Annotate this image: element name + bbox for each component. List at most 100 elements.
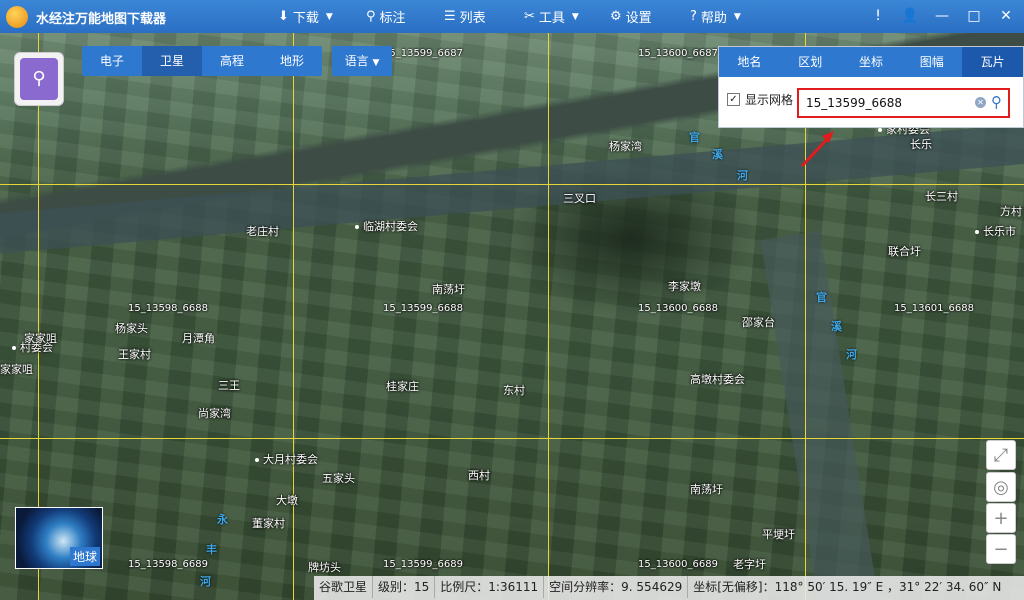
place-label: 月潭角	[182, 332, 215, 345]
place-label: 桂家庄	[386, 380, 419, 393]
globe-thumbnail[interactable]: 地球	[15, 507, 103, 569]
tile-search-box: ✕ ⚲	[797, 88, 1010, 118]
tab-electronic[interactable]: 电子	[82, 46, 142, 76]
place-label: 王家村	[118, 348, 151, 361]
place-label: 尚家湾	[198, 407, 231, 420]
tile-label: 15_13599_6688	[383, 303, 463, 314]
download-icon: ⬇	[278, 9, 289, 24]
status-source: 谷歌卫星	[319, 580, 368, 594]
river-label: 官	[816, 291, 827, 304]
river-label: 河	[846, 348, 857, 361]
app-logo-icon[interactable]: ⚲	[14, 52, 64, 106]
tile-label: 15_13600_6689	[638, 559, 718, 570]
title-bar: 水经注万能地图下载器 ⬇ 下载 ▼ ⚲ 标注 ☰ 列表 ✂ 工具 ▼ ⚙ 设置 …	[0, 0, 1024, 33]
place-label: 平埂圩	[762, 528, 795, 541]
menu-mark[interactable]: ⚲ 标注	[366, 7, 406, 26]
menu-help-label: 帮助	[700, 11, 727, 26]
status-level: 级别：15	[372, 576, 434, 598]
place-label: 家家咀	[24, 332, 57, 345]
gear-icon: ⚙	[610, 9, 622, 24]
place-label: 方村	[1000, 205, 1022, 218]
place-label: 南荡圩	[432, 283, 465, 296]
map-type-tabs: 电子 卫星 高程 地形	[82, 46, 322, 76]
locate-button[interactable]: ◎	[986, 472, 1016, 502]
tile-label: 15_13601_6688	[894, 303, 974, 314]
place-label: 联合圩	[888, 245, 921, 258]
language-label: 语言	[344, 54, 369, 68]
place-label: 邵家台	[742, 316, 775, 329]
menu-settings[interactable]: ⚙ 设置	[610, 7, 652, 26]
menu-download[interactable]: ⬇ 下载 ▼	[278, 7, 333, 26]
menu-mark-label: 标注	[379, 11, 406, 26]
place-label: 三王	[218, 379, 240, 392]
menu-settings-label: 设置	[625, 11, 652, 26]
place-label: 牌坊头	[308, 561, 341, 574]
river-label: 丰	[206, 543, 217, 556]
status-resolution: 空间分辨率：9. 554629	[543, 576, 687, 598]
channel-area	[760, 230, 880, 600]
place-label: 西村	[468, 469, 490, 482]
tab-coordinate[interactable]: 坐标	[841, 47, 902, 77]
place-label: 杨家湾	[609, 140, 642, 153]
user-icon[interactable]: 👤	[900, 6, 920, 26]
close-button[interactable]: ✕	[996, 6, 1016, 26]
annotation-arrow-icon	[800, 131, 834, 168]
river-label: 溪	[831, 320, 842, 333]
place-label: 李家墩	[668, 280, 701, 293]
list-icon: ☰	[444, 9, 456, 24]
place-label: 东村	[503, 384, 525, 397]
river-label: 河	[737, 169, 748, 182]
tile-label: 15_13599_6689	[383, 559, 463, 570]
language-dropdown[interactable]: 语言 ▼	[332, 46, 392, 76]
info-icon[interactable]: !	[868, 6, 888, 26]
chevron-down-icon: ▼	[571, 11, 579, 22]
tab-sheet[interactable]: 图幅	[901, 47, 962, 77]
menu-list-label: 列表	[459, 11, 486, 26]
app-title: 水经注万能地图下载器	[36, 12, 167, 27]
menu-download-label: 下载	[292, 11, 319, 26]
place-label: 临湖村委会	[355, 218, 418, 234]
place-label: 长乐	[910, 138, 932, 151]
river-label: 官	[689, 131, 700, 144]
show-grid-row: ✓ 显示网格	[727, 91, 793, 108]
clear-icon[interactable]: ✕	[975, 97, 986, 108]
place-label: 南荡圩	[690, 483, 723, 496]
place-label: 老庄村	[246, 225, 279, 238]
place-label: 高墩村委会	[690, 373, 745, 386]
place-label: 五家头	[322, 472, 355, 485]
place-label: 三叉口	[563, 192, 596, 205]
tab-tile[interactable]: 瓦片	[962, 47, 1023, 77]
tab-elevation[interactable]: 高程	[202, 46, 262, 76]
menu-tools[interactable]: ✂ 工具 ▼	[524, 7, 579, 26]
place-label: 长乐市	[975, 223, 1016, 239]
search-panel: 地名 区划 坐标 图幅 瓦片 ✓ 显示网格 ✕ ⚲	[718, 46, 1024, 128]
map-pin-icon: ⚲	[20, 58, 58, 100]
place-label: 大墩	[276, 494, 298, 507]
search-icon[interactable]: ⚲	[991, 93, 1009, 111]
grid-line	[293, 33, 294, 600]
minimize-button[interactable]: —	[932, 6, 952, 26]
chevron-down-icon: ▼	[372, 58, 380, 68]
place-label: 大月村委会	[255, 451, 318, 467]
grid-line	[0, 438, 1024, 439]
tile-label: 15_13598_6689	[128, 559, 208, 570]
menu-help[interactable]: ? 帮助 ▼	[690, 7, 741, 26]
zoom-out-button[interactable]: −	[986, 534, 1016, 564]
tile-label: 15_13598_6688	[128, 303, 208, 314]
maximize-button[interactable]: □	[964, 6, 984, 26]
tab-terrain[interactable]: 地形	[262, 46, 322, 76]
fullscreen-button[interactable]: ⤢	[986, 440, 1016, 470]
tools-icon: ✂	[524, 9, 535, 24]
tile-search-input[interactable]	[804, 95, 968, 111]
panel-tabs: 地名 区划 坐标 图幅 瓦片	[719, 47, 1023, 77]
tab-satellite[interactable]: 卫星	[142, 46, 202, 76]
tile-label: 15_13600_6687	[638, 48, 718, 59]
show-grid-checkbox[interactable]: ✓	[727, 93, 740, 106]
river-label: 河	[200, 575, 211, 588]
zoom-in-button[interactable]: +	[986, 503, 1016, 533]
status-coordinate: 坐标[无偏移]：118° 50′ 15. 19″ E ，31° 22′ 34. …	[687, 576, 1006, 598]
tab-placename[interactable]: 地名	[719, 47, 780, 77]
menu-list[interactable]: ☰ 列表	[444, 7, 486, 26]
chevron-down-icon: ▼	[733, 11, 741, 22]
tab-region[interactable]: 区划	[780, 47, 841, 77]
